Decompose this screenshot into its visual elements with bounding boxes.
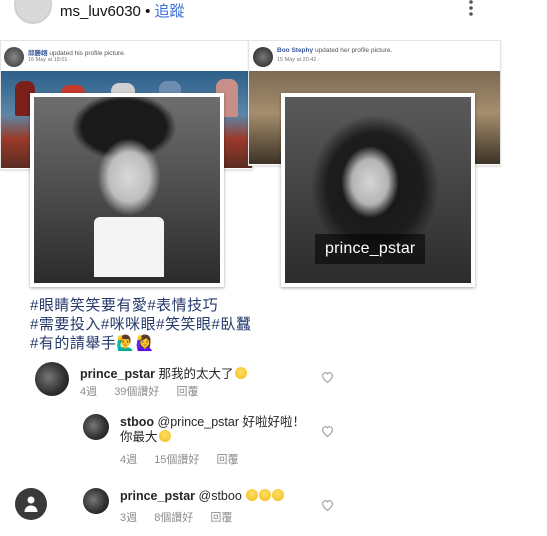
- watermark-label: prince_pstar: [315, 234, 426, 264]
- heart-outline-icon[interactable]: [321, 498, 334, 514]
- comment-body: prince_pstar 那我的太大了: [80, 363, 247, 382]
- heart-outline-icon[interactable]: [321, 424, 334, 440]
- grinning-face-emoji: [259, 489, 272, 501]
- more-vertical-icon[interactable]: [466, 0, 476, 16]
- comment-text: 那我的太大了: [158, 367, 234, 381]
- comment-likes[interactable]: 39個讚好: [114, 386, 159, 398]
- comment-text-line2: 你最大: [120, 430, 158, 444]
- fb-post-header-left: 邱勝翊 updated his profile picture.: [28, 47, 126, 57]
- comment-body: prince_pstar @stboo: [120, 489, 285, 503]
- profile-photo-left: [30, 93, 224, 287]
- comment-avatar[interactable]: [35, 362, 69, 396]
- fb-post-header-right: Boo Stephy updated her profile picture.: [277, 47, 392, 54]
- grinning-face-emoji: [272, 489, 285, 501]
- comment-text: @prince_pstar 好啦好啦！: [157, 415, 305, 429]
- comment-age: 3週: [120, 512, 138, 524]
- header-username[interactable]: ms_luv6030: [60, 3, 141, 20]
- fb-post-action: updated his profile picture.: [49, 50, 126, 57]
- comment-likes[interactable]: 8個讚好: [154, 512, 193, 524]
- comment-reply-button[interactable]: 回覆: [210, 512, 232, 524]
- fb-poster-name[interactable]: 邱勝翊: [28, 50, 48, 57]
- comment-reply-button[interactable]: 回覆: [177, 386, 199, 398]
- fb-post-time: 16 May at 18:01 ·: [28, 57, 71, 63]
- caption-line: #眼睛笑笑要有愛#表情技巧: [30, 297, 219, 314]
- caption-line: #需要投入#咪咪眼#笑笑眼#臥蠶: [30, 316, 252, 333]
- comment-username[interactable]: prince_pstar: [80, 367, 155, 381]
- comment-avatar[interactable]: [83, 414, 109, 440]
- fb-poster-name[interactable]: Boo Stephy: [277, 47, 313, 54]
- comment-text: @stboo: [198, 489, 242, 503]
- comment-likes[interactable]: 15個讚好: [154, 454, 199, 466]
- fb-avatar-right: [253, 47, 273, 67]
- comment-meta: 4週 15個讚好 回覆: [120, 451, 253, 467]
- fb-post-action: updated her profile picture.: [314, 47, 393, 54]
- comment-username[interactable]: stboo: [120, 415, 154, 429]
- caption-line: #有的請舉手🙋‍♂️🙋‍♀️: [30, 335, 155, 352]
- comment-meta: 3週 8個讚好 回覆: [120, 509, 246, 525]
- profile-icon[interactable]: [15, 488, 47, 520]
- fb-post-time: 15 May at 20:42 ·: [277, 57, 320, 63]
- profile-photo-right: prince_pstar: [281, 93, 475, 287]
- comment-body: stboo @prince_pstar 好啦好啦！ 你最大: [120, 415, 305, 445]
- follow-button[interactable]: 追蹤: [155, 3, 185, 20]
- grinning-face-emoji: [246, 489, 259, 501]
- comment-age: 4週: [80, 386, 98, 398]
- grinning-face-emoji: [234, 367, 247, 379]
- header-separator: •: [145, 3, 151, 20]
- post-caption: #眼睛笑笑要有愛#表情技巧 #需要投入#咪咪眼#笑笑眼#臥蠶 #有的請舉手🙋‍♂…: [30, 296, 251, 353]
- comment-age: 4週: [120, 454, 138, 466]
- comment-meta: 4週 39個讚好 回覆: [80, 383, 213, 399]
- header-avatar[interactable]: [14, 0, 52, 24]
- comment-reply-button[interactable]: 回覆: [217, 454, 239, 466]
- header-user-row: ms_luv6030 • 追蹤: [60, 0, 185, 21]
- comment-avatar[interactable]: [83, 488, 109, 514]
- grinning-face-emoji: [158, 430, 171, 442]
- fb-avatar-left: [4, 47, 24, 67]
- heart-outline-icon[interactable]: [321, 370, 334, 386]
- comment-username[interactable]: prince_pstar: [120, 489, 195, 503]
